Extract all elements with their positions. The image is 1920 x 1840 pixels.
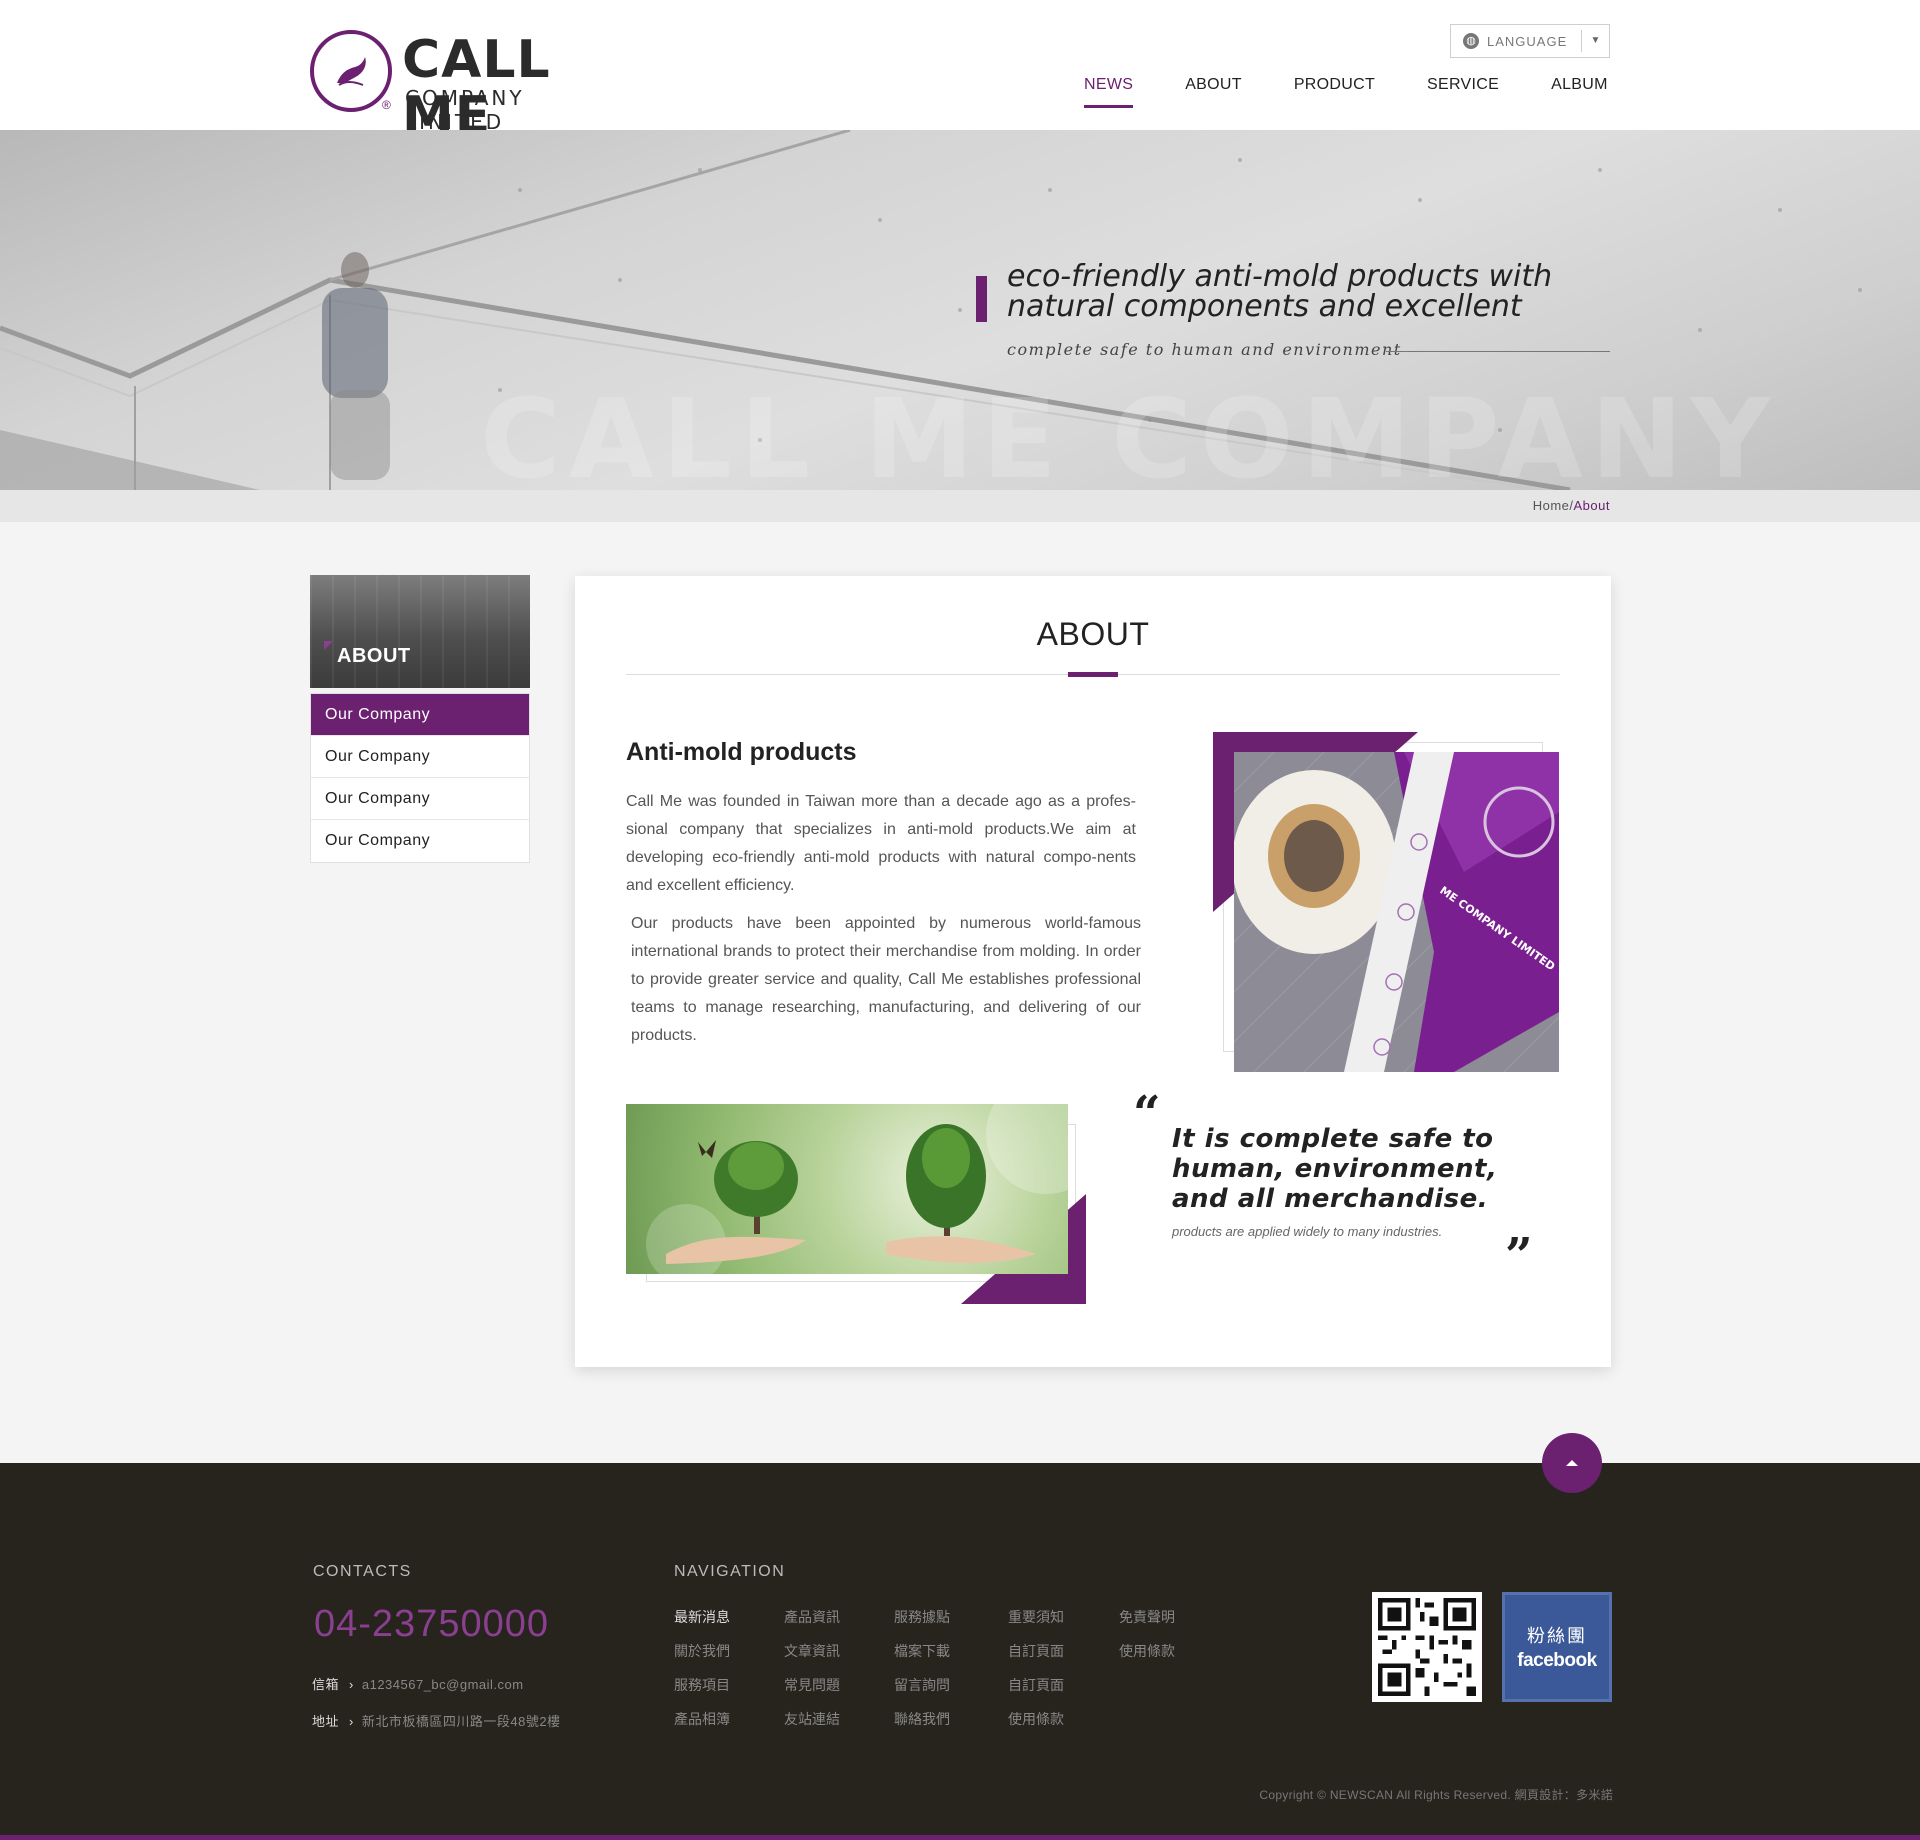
nav-album[interactable]: ALBUM xyxy=(1551,76,1608,108)
footer-link[interactable]: 使用條款 xyxy=(1119,1642,1199,1660)
footer-email-row: 信箱 › a1234567_bc@gmail.com xyxy=(312,1674,524,1693)
quote-close-mark: ” xyxy=(1505,1228,1533,1284)
product-photo-block: ME COMPANY LIMITED xyxy=(1213,732,1559,1072)
quote-open-mark: “ xyxy=(1133,1086,1161,1142)
sidebar-item-our-company-4[interactable]: Our Company xyxy=(311,820,529,862)
nav-news[interactable]: NEWS xyxy=(1084,76,1134,108)
title-accent-bar xyxy=(1068,672,1118,677)
sidebar-item-our-company-3[interactable]: Our Company xyxy=(311,778,529,820)
banner-watermark: CALL ME COMPANY xyxy=(480,375,1779,490)
footer-link[interactable]: 友站連結 xyxy=(784,1710,894,1728)
footer-link[interactable]: 免責聲明 xyxy=(1119,1608,1199,1626)
back-to-top-button[interactable] xyxy=(1542,1433,1602,1493)
footer-link[interactable]: 自訂頁面 xyxy=(1008,1642,1119,1660)
footer-nav-links: 最新消息 產品資訊 服務據點 重要須知 免責聲明 關於我們 文章資訊 檔案下載 … xyxy=(674,1608,1199,1728)
company-logo[interactable]: ® CALL ME COMPANY LINITED xyxy=(310,30,630,144)
footer-navigation-heading: NAVIGATION xyxy=(674,1563,786,1580)
footer-contacts-heading: CONTACTS xyxy=(313,1563,412,1580)
quote-subtext: products are applied widely to many indu… xyxy=(1172,1224,1443,1239)
footer-link[interactable]: 常見問題 xyxy=(784,1676,894,1694)
site-footer: CONTACTS 04-23750000 信箱 › a1234567_bc@gmai… xyxy=(0,1463,1920,1840)
address-label: 地址 xyxy=(312,1714,340,1729)
qr-code-icon xyxy=(1372,1592,1482,1702)
footer-link[interactable]: 檔案下載 xyxy=(894,1642,1008,1660)
banner-accent-bar xyxy=(976,276,987,322)
sidebar-item-our-company-1[interactable]: Our Company xyxy=(311,694,529,736)
footer-link[interactable]: 產品相簿 xyxy=(674,1710,784,1728)
language-selector[interactable]: ◍ LANGUAGE ▼ xyxy=(1450,24,1610,58)
facebook-logo-text: facebook xyxy=(1517,1650,1597,1671)
banner-headline: eco-friendly anti-mold products with nat… xyxy=(1007,259,1553,324)
globe-icon: ◍ xyxy=(1463,33,1479,49)
product-photo: ME COMPANY LIMITED xyxy=(1234,752,1559,1072)
language-label: LANGUAGE xyxy=(1487,33,1568,49)
footer-address: 新北市板橋區四川路一段48號2樓 xyxy=(361,1714,561,1729)
footer-link[interactable]: 自訂頁面 xyxy=(1008,1676,1119,1694)
tree-photo-block xyxy=(626,1104,1086,1304)
banner-subline: complete safe to human and environment xyxy=(1007,340,1402,359)
sidebar-header: ABOUT xyxy=(310,575,530,688)
caret-down-icon[interactable]: ▼ xyxy=(1581,30,1609,52)
footer-link[interactable]: 聯絡我們 xyxy=(894,1710,1008,1728)
about-content-card: ABOUT Anti-mold products Call Me was fou… xyxy=(575,576,1611,1367)
chevron-right-icon: › xyxy=(349,1677,354,1692)
sidebar-item-our-company-2[interactable]: Our Company xyxy=(311,736,529,778)
section-title: Anti-mold products xyxy=(626,738,857,766)
footer-link[interactable]: 產品資訊 xyxy=(784,1608,894,1626)
products-paragraph: Our products have been appointed by nume… xyxy=(631,915,1141,1044)
logo-subtitle: COMPANY LINITED xyxy=(405,86,525,134)
sidebar-menu: Our Company Our Company Our Company Our … xyxy=(310,693,530,863)
footer-link[interactable]: 文章資訊 xyxy=(784,1642,894,1660)
hero-banner: CALL ME COMPANY eco-friendly anti-mold p… xyxy=(0,130,1920,490)
footer-link[interactable]: 最新消息 xyxy=(674,1608,784,1626)
breadcrumb-home[interactable]: Home xyxy=(1533,498,1570,513)
breadcrumb-bar: Home/About xyxy=(0,490,1920,522)
arrow-up-icon xyxy=(1566,1460,1578,1466)
nav-product[interactable]: PRODUCT xyxy=(1294,76,1375,108)
quote-text: It is complete safe to human, environmen… xyxy=(1172,1124,1498,1214)
logo-registered-mark: ® xyxy=(382,98,391,112)
logo-emblem-icon xyxy=(310,30,392,112)
footer-link[interactable]: 服務項目 xyxy=(674,1676,784,1694)
chevron-right-icon: › xyxy=(349,1714,354,1729)
nav-service[interactable]: SERVICE xyxy=(1427,76,1499,108)
facebook-fanpage-button[interactable]: 粉絲團 facebook xyxy=(1502,1592,1612,1702)
footer-phone[interactable]: 04-23750000 xyxy=(314,1603,549,1646)
footer-accent-strip xyxy=(0,1835,1920,1840)
footer-link[interactable]: 使用條款 xyxy=(1008,1710,1119,1728)
site-header: ® CALL ME COMPANY LINITED ◍ LANGUAGE ▼ N… xyxy=(0,0,1920,144)
breadcrumb: Home/About xyxy=(1533,498,1610,513)
breadcrumb-current: About xyxy=(1573,498,1610,513)
footer-link-empty xyxy=(1119,1710,1199,1728)
footer-link-empty xyxy=(1119,1676,1199,1694)
main-nav: NEWS ABOUT PRODUCT SERVICE ALBUM xyxy=(1084,76,1608,108)
facebook-label-zh: 粉絲團 xyxy=(1527,1626,1587,1646)
tree-photo xyxy=(626,1104,1068,1274)
page-title: ABOUT xyxy=(1036,616,1150,652)
footer-link[interactable]: 服務據點 xyxy=(894,1608,1008,1626)
footer-email[interactable]: a1234567_bc@gmail.com xyxy=(362,1677,524,1692)
intro-paragraph: Call Me was founded in Taiwan more than … xyxy=(626,793,1136,894)
nav-about[interactable]: ABOUT xyxy=(1185,76,1242,108)
sidebar-accent-triangle xyxy=(324,641,333,650)
footer-link[interactable]: 關於我們 xyxy=(674,1642,784,1660)
banner-divider xyxy=(1386,351,1610,352)
footer-link[interactable]: 留言詢問 xyxy=(894,1676,1008,1694)
footer-link[interactable]: 重要須知 xyxy=(1008,1608,1119,1626)
email-label: 信箱 xyxy=(312,1677,340,1692)
sidebar-title: ABOUT xyxy=(337,645,411,667)
footer-address-row: 地址 › 新北市板橋區四川路一段48號2樓 xyxy=(312,1711,561,1730)
copyright-text: Copyright © NEWSCAN All Rights Reserved.… xyxy=(1259,1788,1613,1802)
